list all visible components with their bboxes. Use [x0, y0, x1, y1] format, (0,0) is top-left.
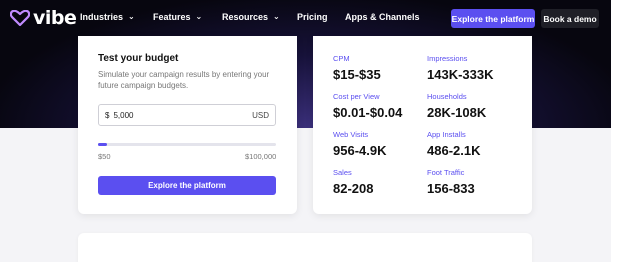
vibe-logo[interactable]: vibe — [10, 7, 77, 29]
metric-cost-per-view: Cost per View $0.01-$0.04 — [333, 92, 402, 120]
currency-symbol: $ — [105, 110, 110, 120]
metric-value: $0.01-$0.04 — [333, 105, 403, 120]
metric-value: 143K-333K — [427, 67, 494, 82]
explore-platform-cta-button[interactable]: Explore the platform — [98, 176, 276, 195]
metric-label: Sales — [333, 168, 352, 177]
currency-unit: USD — [252, 110, 269, 120]
metric-impressions: Impressions 143K-333K — [427, 54, 494, 82]
nav-item-label: Industries — [80, 12, 124, 22]
metrics-card: CPM $15-$35 Impressions 143K-333K Cost p… — [313, 36, 532, 214]
explore-platform-button[interactable]: Explore the platform — [451, 9, 535, 28]
metric-label: Households — [427, 92, 467, 101]
metric-label: Impressions — [427, 54, 468, 63]
metric-label: Web Visits — [333, 130, 369, 139]
nav-item-label: Features — [153, 12, 191, 22]
metric-value: 486-2.1K — [427, 143, 481, 158]
nav-item-label: Apps & Channels — [345, 12, 420, 22]
metric-value: 156-833 — [427, 181, 475, 196]
budget-title: Test your budget — [98, 53, 179, 64]
nav-item-label: Pricing — [297, 12, 328, 22]
lower-content-card — [78, 233, 532, 262]
slider-fill — [98, 143, 107, 146]
nav-item-industries[interactable]: Industries ⌄ — [80, 12, 135, 23]
nav-item-features[interactable]: Features ⌄ — [153, 12, 202, 23]
book-demo-button[interactable]: Book a demo — [541, 9, 599, 28]
metric-web-visits: Web Visits 956-4.9K — [333, 130, 386, 158]
metric-label: Foot Traffic — [427, 168, 465, 177]
metric-foot-traffic: Foot Traffic 156-833 — [427, 168, 475, 196]
metric-value: 956-4.9K — [333, 143, 387, 158]
metric-label: CPM — [333, 54, 350, 63]
metric-label: App Installs — [427, 130, 466, 139]
budget-description: Simulate your campaign results by enteri… — [98, 70, 270, 90]
budget-value: 5,000 — [113, 110, 134, 120]
metric-label: Cost per View — [333, 92, 380, 101]
nav-item-apps-channels[interactable]: Apps & Channels — [345, 12, 420, 23]
metric-app-installs: App Installs 486-2.1K — [427, 130, 480, 158]
chevron-down-icon: ⌄ — [195, 11, 203, 21]
metric-cpm: CPM $15-$35 — [333, 54, 381, 82]
nav-item-resources[interactable]: Resources ⌄ — [222, 12, 280, 23]
nav-item-label: Resources — [222, 12, 269, 22]
scrollbar-gutter — [611, 0, 623, 262]
nav-item-pricing[interactable]: Pricing — [297, 12, 328, 23]
top-navigation: vibe Industries ⌄ Features ⌄ Resources ⌄… — [0, 0, 611, 36]
chevron-down-icon: ⌄ — [128, 11, 135, 21]
slider-min-label: $50 — [98, 152, 111, 161]
chevron-down-icon: ⌄ — [273, 11, 280, 21]
metric-value: $15-$35 — [333, 67, 381, 82]
metric-sales: Sales 82-208 — [333, 168, 373, 196]
metric-value: 28K-108K — [427, 105, 487, 120]
budget-input[interactable]: $ 5,000 USD — [98, 104, 276, 126]
metric-value: 82-208 — [333, 181, 374, 196]
metric-households: Households 28K-108K — [427, 92, 486, 120]
slider-max-label: $100,000 — [245, 152, 277, 161]
logo-wordmark: vibe — [33, 7, 77, 29]
heart-logo-icon — [10, 10, 30, 26]
budget-slider[interactable] — [98, 143, 276, 146]
